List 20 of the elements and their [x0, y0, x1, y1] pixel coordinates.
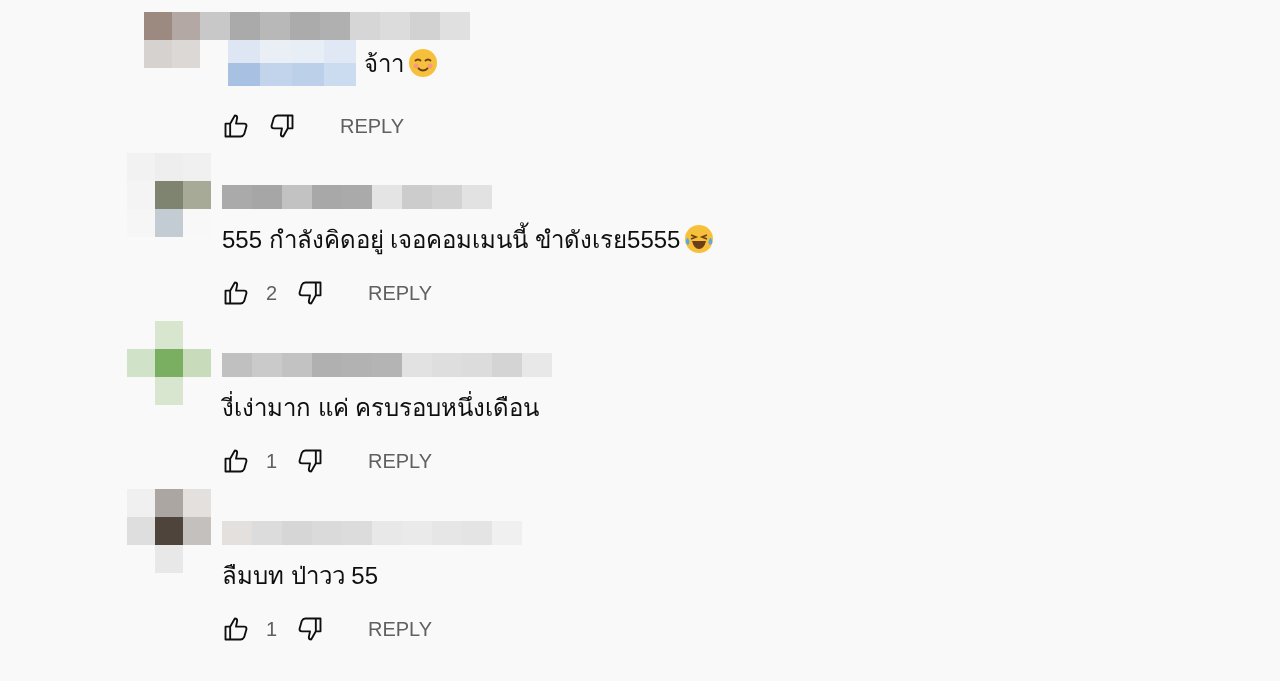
reply-button[interactable]: REPLY — [352, 611, 449, 647]
thumbs-up-icon[interactable] — [222, 279, 250, 307]
like-count: 1 — [266, 617, 278, 641]
like-count: 1 — [266, 449, 278, 473]
thumbs-down-icon[interactable] — [268, 112, 296, 140]
like-count: 2 — [266, 281, 278, 305]
thumbs-up-icon[interactable] — [222, 615, 250, 643]
comment-text: งี่เง่ามาก แค่ ครบรอบหนึ่งเดือน — [222, 390, 540, 423]
reply-button[interactable]: REPLY — [352, 275, 449, 311]
thumbs-down-icon[interactable] — [296, 447, 324, 475]
reply-button[interactable]: REPLY — [352, 443, 449, 479]
comment-text: ลืมบท ป่าวว 55 — [222, 560, 379, 591]
thumbs-down-icon[interactable] — [296, 615, 324, 643]
pixelated-avatar — [144, 12, 200, 68]
thumbs-up-icon[interactable] — [222, 447, 250, 475]
comment-text: 555 กำลังคิดอยู่ เจอคอมเมนนี้ ขำดังเรย5555 — [222, 219, 681, 259]
comment-text: จ้าา — [364, 48, 404, 79]
reply-button[interactable]: REPLY — [324, 108, 421, 144]
thumbs-up-icon[interactable] — [222, 112, 250, 140]
thumbs-down-icon[interactable] — [296, 279, 324, 307]
